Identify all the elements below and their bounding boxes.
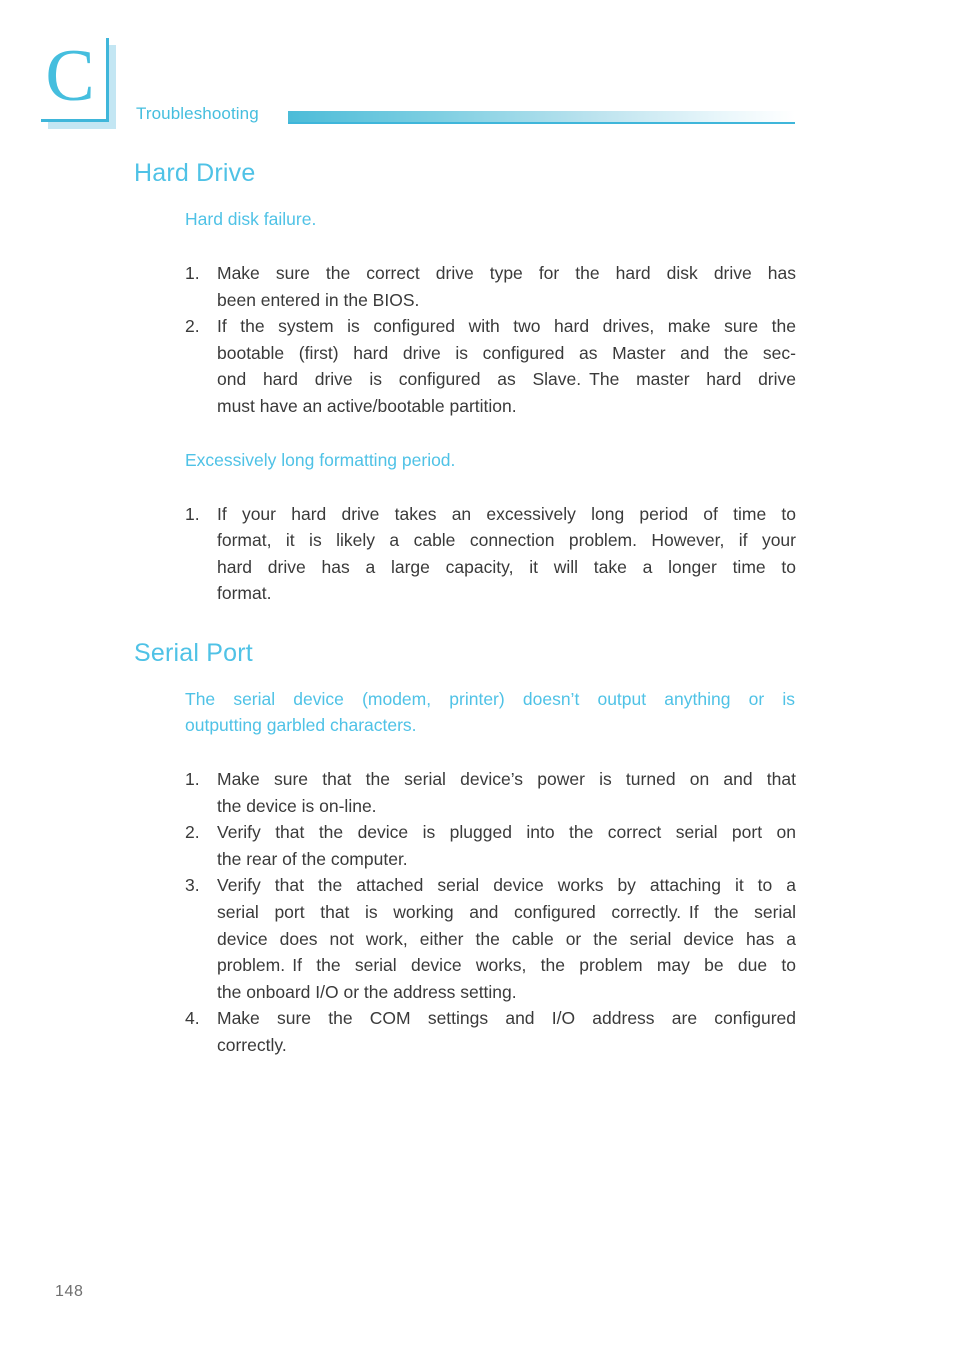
list-item-line: format, it is likely a cable connection … — [217, 530, 796, 551]
page-number: 148 — [55, 1283, 84, 1300]
sub-heading-line: outputting garbled characters. — [185, 715, 417, 735]
list-item-number: 1. — [185, 263, 200, 283]
list-item-line: the onboard I/O or the address setting. — [217, 981, 517, 1002]
list-item-line: must have an active/bootable partition. — [217, 395, 517, 416]
section-title: Serial Port — [134, 639, 253, 667]
list-item-line: If your hard drive takes an excessively … — [217, 503, 796, 524]
sub-heading: The serial device (modem, printer) doesn… — [185, 686, 795, 738]
numbered-list: 1. If your hard drive takes an excessivel… — [185, 501, 796, 607]
list-item-number: 4. — [185, 1008, 200, 1029]
numbered-list: 1. Make sure the correct drive type for t… — [185, 260, 796, 420]
header-rule — [288, 122, 795, 124]
list-item-line: Make sure the COM settings and I/O addre… — [217, 1008, 796, 1029]
list-item-line: serial port that is working and configur… — [217, 901, 796, 922]
sub-heading: Excessively long formatting period. — [185, 449, 456, 470]
list-item-line: device does not work, either the cable o… — [217, 928, 796, 949]
numbered-list: 1. Make sure that the serial device’s pow… — [185, 766, 796, 1059]
list-item: 1. Make sure the correct drive type for t… — [185, 260, 796, 313]
list-item-line: Make sure the correct drive type for the… — [217, 263, 796, 283]
list-item-line: hard drive has a large capacity, it will… — [217, 556, 796, 577]
list-item-line: the rear of the computer. — [217, 848, 408, 869]
header-gradient-bar — [288, 111, 795, 122]
list-item-line: problem. If the serial device works, the… — [217, 955, 796, 976]
list-item: 4. Make sure the COM settings and I/O add… — [185, 1005, 796, 1058]
running-head-label: Troubleshooting — [136, 104, 259, 123]
section-title: Hard Drive — [134, 159, 256, 187]
sub-heading-line: The serial device (modem, printer) doesn… — [185, 689, 795, 709]
list-item-line: Verify that the attached serial device w… — [217, 875, 796, 896]
list-item-number: 3. — [185, 875, 200, 896]
list-item-line: Make sure that the serial device’s power… — [217, 769, 796, 789]
list-item-line: If the system is configured with two har… — [217, 316, 796, 337]
list-item-number: 2. — [185, 316, 200, 337]
list-item-line: ond hard drive is configured as Slave. T… — [217, 369, 796, 390]
chapter-mark: C — [41, 35, 116, 129]
list-item-number: 1. — [185, 769, 200, 789]
list-item: 1. Make sure that the serial device’s pow… — [185, 766, 796, 819]
chapter-letter: C — [45, 35, 95, 117]
list-item-number: 1. — [185, 503, 200, 524]
list-item: 1. If your hard drive takes an excessivel… — [185, 501, 796, 607]
chapter-mark-frame: C — [41, 35, 109, 122]
list-item-line: bootable (first) hard drive is configure… — [217, 342, 796, 363]
list-item-line: Verify that the device is plugged into t… — [217, 822, 796, 843]
list-item-line: been entered in the BIOS. — [217, 289, 420, 310]
list-item-line: correctly. — [217, 1034, 287, 1055]
list-item: 2. If the system is configured with two h… — [185, 313, 796, 419]
list-item-number: 2. — [185, 822, 200, 843]
list-item-line: format. — [217, 583, 272, 604]
sub-heading: Hard disk failure. — [185, 209, 317, 229]
running-head: Troubleshooting — [136, 101, 259, 127]
list-item: 2. Verify that the device is plugged into… — [185, 819, 796, 872]
list-item-line: the device is on-line. — [217, 795, 377, 816]
list-item: 3. Verify that the attached serial device… — [185, 872, 796, 1005]
